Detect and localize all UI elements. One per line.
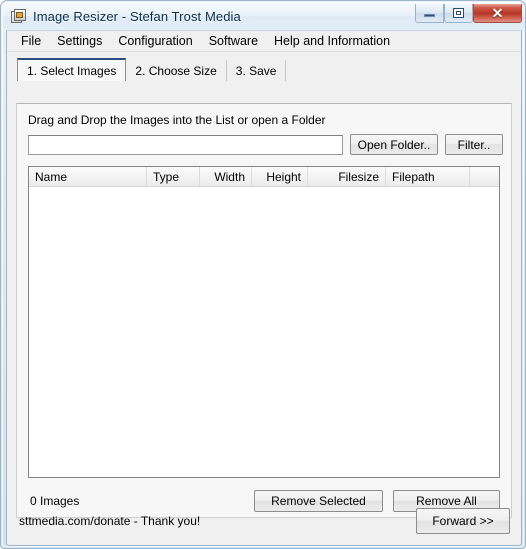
menu-bar: File Settings Configuration Software Hel… xyxy=(7,31,521,52)
menu-item-configuration[interactable]: Configuration xyxy=(110,32,200,50)
stacked-images-icon xyxy=(11,8,27,25)
select-images-panel: Drag and Drop the Images into the List o… xyxy=(16,103,512,518)
folder-path-input[interactable] xyxy=(28,134,343,155)
column-header-type[interactable]: Type xyxy=(147,167,200,186)
menu-item-settings[interactable]: Settings xyxy=(49,32,110,50)
list-header-row: Name Type Width Height Filesize Filepath xyxy=(29,167,499,187)
menu-item-help-and-information[interactable]: Help and Information xyxy=(266,32,398,50)
filter-button[interactable]: Filter.. xyxy=(445,134,503,155)
menu-item-software[interactable]: Software xyxy=(201,32,266,50)
list-body-empty[interactable] xyxy=(29,187,499,477)
column-header-name[interactable]: Name xyxy=(29,167,147,186)
folder-input-row: Open Folder.. Filter.. xyxy=(28,134,511,155)
image-list[interactable]: Name Type Width Height Filesize Filepath xyxy=(28,166,500,478)
menu-item-file[interactable]: File xyxy=(13,32,49,50)
status-bar: sttmedia.com/donate - Thank you! Forward… xyxy=(7,499,521,545)
column-header-spacer[interactable] xyxy=(470,167,499,186)
drag-drop-hint: Drag and Drop the Images into the List o… xyxy=(28,113,326,127)
column-header-height[interactable]: Height xyxy=(252,167,308,186)
window-title: Image Resizer - Stefan Trost Media xyxy=(33,9,241,24)
minimize-icon xyxy=(424,14,435,17)
client-area: File Settings Configuration Software Hel… xyxy=(6,30,522,546)
tab-select-images[interactable]: 1. Select Images xyxy=(17,58,127,81)
caption-button-group: ✕ xyxy=(415,4,522,23)
tab-choose-size[interactable]: 2. Choose Size xyxy=(126,60,227,81)
close-button[interactable]: ✕ xyxy=(473,4,522,23)
column-header-filepath[interactable]: Filepath xyxy=(386,167,470,186)
maximize-button[interactable] xyxy=(444,4,473,23)
minimize-button[interactable] xyxy=(415,4,444,23)
tab-save[interactable]: 3. Save xyxy=(227,60,287,81)
forward-button[interactable]: Forward >> xyxy=(416,508,510,534)
application-window: Image Resizer - Stefan Trost Media ✕ Fil… xyxy=(0,0,526,549)
donate-link[interactable]: sttmedia.com/donate - Thank you! xyxy=(19,514,200,528)
tab-strip: 1. Select Images 2. Choose Size 3. Save xyxy=(17,58,521,81)
column-header-filesize[interactable]: Filesize xyxy=(308,167,386,186)
column-header-width[interactable]: Width xyxy=(200,167,252,186)
maximize-icon xyxy=(453,8,464,18)
open-folder-button[interactable]: Open Folder.. xyxy=(350,134,438,155)
title-bar: Image Resizer - Stefan Trost Media ✕ xyxy=(3,3,525,30)
close-icon: ✕ xyxy=(491,5,504,21)
